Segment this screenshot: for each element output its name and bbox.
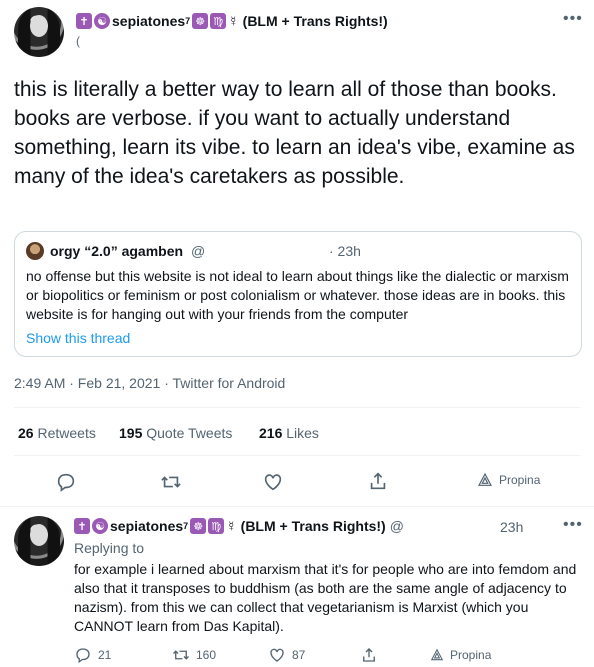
retweets-count: 26 <box>18 425 34 441</box>
retweet-icon[interactable] <box>160 471 182 493</box>
retweet-icon <box>173 650 189 660</box>
divider <box>14 407 580 408</box>
quoted-avatar <box>26 242 44 260</box>
retweets-stat[interactable]: 26 Retweets <box>18 425 96 441</box>
reply-retweet-button[interactable]: 160 <box>172 646 216 664</box>
likes-count: 216 <box>259 425 283 441</box>
reply-author-handle: @ <box>389 518 404 534</box>
reply-more-icon[interactable]: ••• <box>563 516 583 534</box>
tweet-timestamp[interactable]: 2:49 AM · Feb 21, 2021 · Twitter for And… <box>14 375 285 391</box>
tweet-text: this is literally a better way to learn … <box>14 78 575 188</box>
reply-replies-count: 21 <box>98 648 112 662</box>
reply-likes-count: 87 <box>292 648 306 662</box>
show-thread-link[interactable]: Show this thread <box>26 330 130 346</box>
display-name: sepiatones <box>112 13 186 29</box>
retweets-label: Retweets <box>37 425 96 441</box>
promote-icon <box>478 472 492 486</box>
reply-name-superscript: 7 <box>183 521 189 531</box>
divider <box>0 506 594 507</box>
likes-stat[interactable]: 216 Likes <box>259 425 319 441</box>
divider <box>14 455 580 456</box>
quote-tweets-stat[interactable]: 195 Quote Tweets <box>119 425 232 441</box>
mercury-symbol-icon: ☿ <box>226 518 237 534</box>
like-icon <box>270 648 284 662</box>
reply-promote-button[interactable]: Propina <box>430 648 491 662</box>
author-name[interactable]: ✝ ☯ sepiatones 7 ☸ ♍ ☿ (BLM + Trans Right… <box>76 13 388 29</box>
dharma-wheel-emoji-icon: ☸ <box>192 13 209 29</box>
reply-age[interactable]: 23h <box>500 519 523 535</box>
reply-display-name: sepiatones <box>110 518 184 534</box>
promote-label: Propina <box>499 473 541 487</box>
reply-promote-label: Propina <box>450 648 492 662</box>
quoted-author-name: orgy “2.0” agamben <box>50 243 184 259</box>
quote-count: 195 <box>119 425 143 441</box>
quoted-age: · 23h <box>329 243 361 259</box>
avatar[interactable] <box>14 7 64 57</box>
promote-icon <box>430 648 444 661</box>
cross-emoji-icon: ✝ <box>76 13 92 29</box>
reply-author-name[interactable]: ✝ ☯ sepiatones 7 ☸ ♍ ☿ (BLM + Trans Right… <box>74 518 404 534</box>
share-icon[interactable] <box>367 470 389 492</box>
reply-icon[interactable] <box>55 471 77 493</box>
reply-name-suffix: (BLM + Trans Rights!) <box>240 518 386 534</box>
quoted-text: no offense but this website is not ideal… <box>26 268 569 322</box>
reply-reply-button[interactable]: 21 <box>74 646 111 664</box>
yin-yang-emoji-icon: ☯ <box>94 13 110 29</box>
yin-yang-emoji-icon: ☯ <box>92 518 108 534</box>
likes-label: Likes <box>286 425 319 441</box>
name-suffix: (BLM + Trans Rights!) <box>242 13 388 29</box>
reply-icon <box>76 648 90 664</box>
quoted-author-handle: @ <box>190 243 206 259</box>
reply-text: for example i learned about marxism that… <box>74 561 577 634</box>
promote-button[interactable]: Propina <box>477 472 540 488</box>
quote-label: Quote Tweets <box>146 425 233 441</box>
virgo-emoji-icon: ♍ <box>208 518 225 534</box>
quoted-tweet[interactable]: orgy “2.0” agamben @ · 23h no offense bu… <box>14 231 582 357</box>
reply-share-icon[interactable] <box>360 646 378 664</box>
virgo-emoji-icon: ♍ <box>210 13 227 29</box>
reply-avatar[interactable] <box>14 516 64 566</box>
name-superscript: 7 <box>185 16 191 26</box>
dharma-wheel-emoji-icon: ☸ <box>190 518 207 534</box>
mercury-symbol-icon: ☿ <box>228 13 239 29</box>
more-icon[interactable]: ••• <box>563 10 583 28</box>
replying-to: Replying to <box>74 540 145 556</box>
author-handle[interactable]: ( <box>76 34 80 48</box>
reply-like-button[interactable]: 87 <box>268 646 305 664</box>
like-icon[interactable] <box>262 471 284 493</box>
reply-retweets-count: 160 <box>196 648 217 662</box>
cross-emoji-icon: ✝ <box>74 518 90 534</box>
